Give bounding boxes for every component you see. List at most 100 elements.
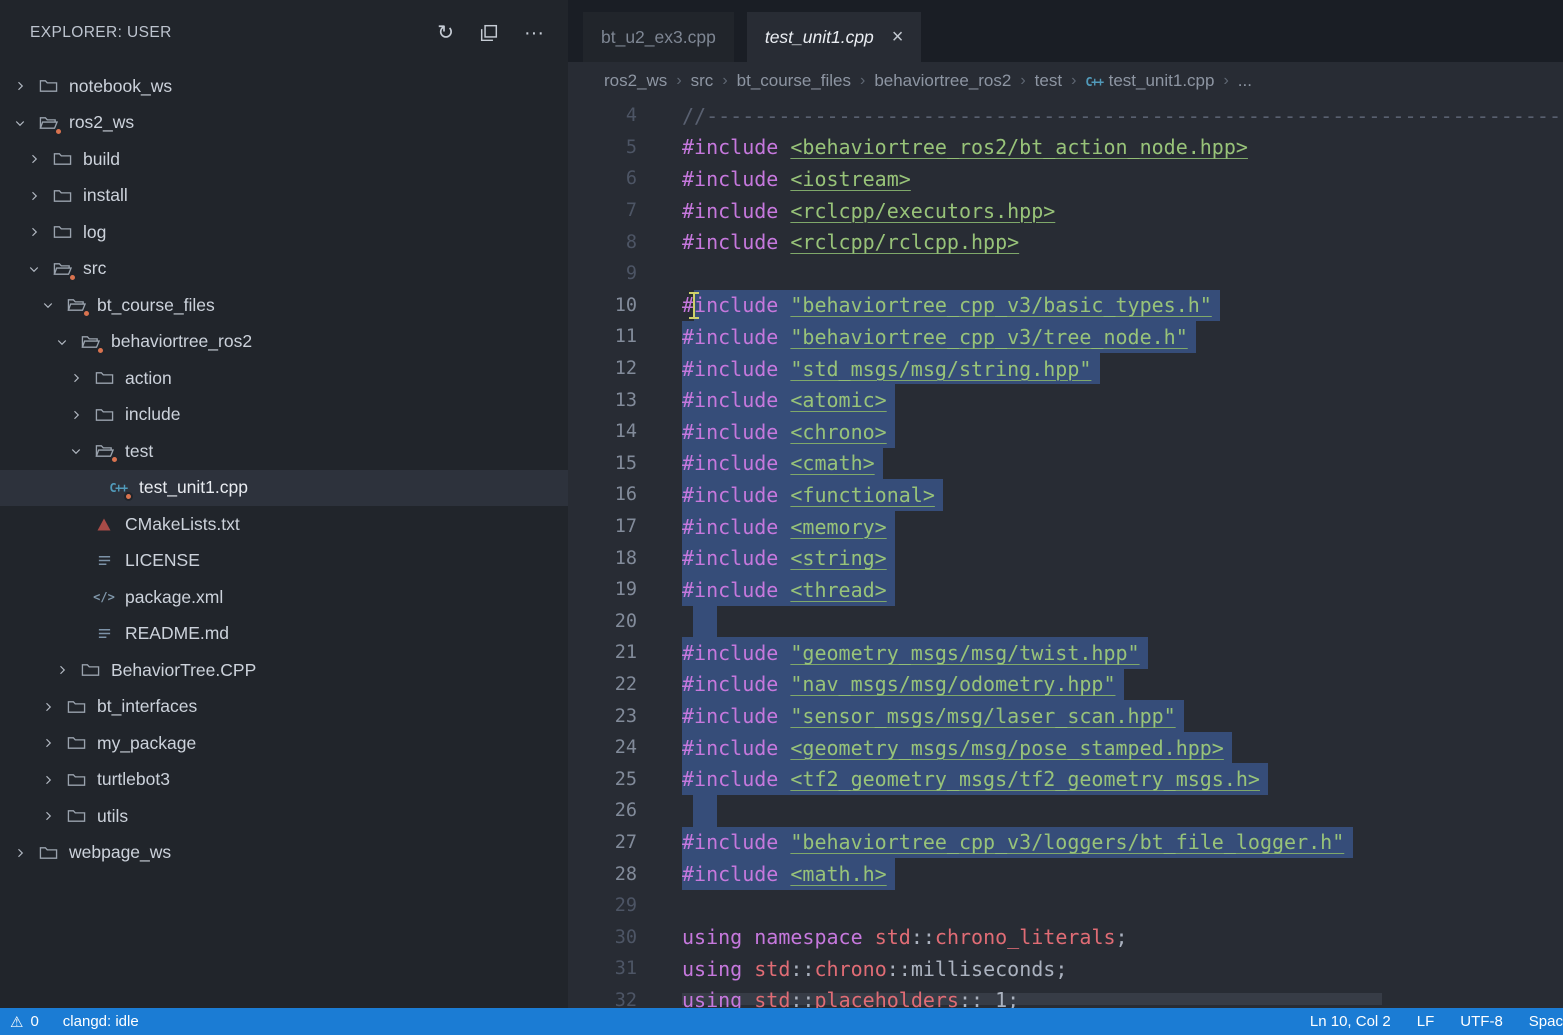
chevron-right-icon[interactable]: [56, 664, 78, 676]
tree-item-turtlebot3[interactable]: turtlebot3: [0, 762, 568, 799]
tree-item-ros2-ws[interactable]: ros2_ws: [0, 105, 568, 142]
line-number[interactable]: 12: [568, 358, 637, 379]
code-line-18[interactable]: 18#include <string>: [568, 542, 1563, 574]
line-number[interactable]: 13: [568, 390, 637, 411]
line-number[interactable]: 26: [568, 800, 637, 821]
tree-item-build[interactable]: build: [0, 141, 568, 178]
code-line-30[interactable]: 30using namespace std::chrono_literals;: [568, 921, 1563, 953]
chevron-down-icon[interactable]: [28, 263, 50, 275]
code-line-13[interactable]: 13#include <atomic>: [568, 384, 1563, 416]
code-line-8[interactable]: 8#include <rclcpp/rclcpp.hpp>: [568, 226, 1563, 258]
line-number[interactable]: 6: [568, 168, 637, 189]
tree-item-include[interactable]: include: [0, 397, 568, 434]
eol-indicator[interactable]: LF: [1417, 1013, 1435, 1030]
line-number[interactable]: 30: [568, 927, 637, 948]
chevron-right-icon[interactable]: [14, 847, 36, 859]
collapse-folders-icon[interactable]: [480, 24, 498, 42]
chevron-right-icon[interactable]: [28, 190, 50, 202]
tree-item-bt-course-files[interactable]: bt_course_files: [0, 287, 568, 324]
line-number[interactable]: 22: [568, 674, 637, 695]
code-line-16[interactable]: 16#include <functional>: [568, 479, 1563, 511]
tree-item-test-unit1-cpp[interactable]: C++test_unit1.cpp: [0, 470, 568, 507]
line-number[interactable]: 32: [568, 990, 637, 1008]
problems-indicator[interactable]: ⚠ 0: [10, 1013, 39, 1031]
chevron-down-icon[interactable]: [14, 117, 36, 129]
line-number[interactable]: 8: [568, 232, 637, 253]
line-number[interactable]: 4: [568, 105, 637, 126]
line-number[interactable]: 20: [568, 611, 637, 632]
chevron-right-icon[interactable]: [28, 153, 50, 165]
line-number[interactable]: 24: [568, 737, 637, 758]
tree-item-package-xml[interactable]: </>package.xml: [0, 579, 568, 616]
tree-item-cmakelists-txt[interactable]: CMakeLists.txt: [0, 506, 568, 543]
tree-item-utils[interactable]: utils: [0, 798, 568, 835]
code-line-11[interactable]: 11#include "behaviortree_cpp_v3/tree_nod…: [568, 321, 1563, 353]
line-number[interactable]: 27: [568, 832, 637, 853]
line-number[interactable]: 23: [568, 706, 637, 727]
code-line-14[interactable]: 14#include <chrono>: [568, 416, 1563, 448]
code-line-20[interactable]: 20: [568, 606, 1563, 638]
line-number[interactable]: 5: [568, 137, 637, 158]
breadcrumb-item-bt-course-files[interactable]: bt_course_files: [737, 71, 851, 91]
chevron-down-icon[interactable]: [70, 445, 92, 457]
code-line-23[interactable]: 23#include "sensor_msgs/msg/laser_scan.h…: [568, 700, 1563, 732]
code-line-6[interactable]: 6#include <iostream>: [568, 163, 1563, 195]
line-number[interactable]: 14: [568, 421, 637, 442]
code-line-9[interactable]: 9: [568, 258, 1563, 290]
encoding-indicator[interactable]: UTF-8: [1460, 1013, 1503, 1030]
tab-bt-u2-ex3-cpp[interactable]: bt_u2_ex3.cpp: [583, 12, 734, 62]
chevron-right-icon[interactable]: [42, 810, 64, 822]
tree-item-notebook-ws[interactable]: notebook_ws: [0, 68, 568, 105]
line-number[interactable]: 18: [568, 548, 637, 569]
explorer-title[interactable]: EXPLORER: USER: [30, 24, 437, 42]
tree-item-bt-interfaces[interactable]: bt_interfaces: [0, 689, 568, 726]
line-number[interactable]: 21: [568, 642, 637, 663]
code-line-12[interactable]: 12#include "std_msgs/msg/string.hpp": [568, 353, 1563, 385]
tree-item-install[interactable]: install: [0, 178, 568, 215]
line-number[interactable]: 25: [568, 769, 637, 790]
code-line-17[interactable]: 17#include <memory>: [568, 511, 1563, 543]
chevron-down-icon[interactable]: [56, 336, 78, 348]
line-number[interactable]: 29: [568, 895, 637, 916]
line-number[interactable]: 15: [568, 453, 637, 474]
line-number[interactable]: 17: [568, 516, 637, 537]
code-line-29[interactable]: 29: [568, 890, 1563, 922]
code-line-26[interactable]: 26: [568, 795, 1563, 827]
code-line-24[interactable]: 24#include <geometry_msgs/msg/pose_stamp…: [568, 732, 1563, 764]
line-number[interactable]: 19: [568, 579, 637, 600]
chevron-right-icon[interactable]: [70, 372, 92, 384]
chevron-right-icon[interactable]: [70, 409, 92, 421]
tree-item-my-package[interactable]: my_package: [0, 725, 568, 762]
close-icon[interactable]: ×: [892, 27, 904, 47]
code-line-25[interactable]: 25#include <tf2_geometry_msgs/tf2_geomet…: [568, 763, 1563, 795]
line-number[interactable]: 7: [568, 200, 637, 221]
line-number[interactable]: 16: [568, 484, 637, 505]
tree-item-license[interactable]: LICENSE: [0, 543, 568, 580]
breadcrumb-item-[interactable]: ...: [1238, 71, 1252, 91]
refresh-explorer-icon[interactable]: ↻: [437, 23, 454, 43]
code-line-5[interactable]: 5#include <behaviortree_ros2/bt_action_n…: [568, 132, 1563, 164]
chevron-down-icon[interactable]: [42, 299, 64, 311]
code-editor[interactable]: 4//-------------------------------------…: [568, 100, 1563, 1008]
chevron-right-icon[interactable]: [42, 737, 64, 749]
clangd-status[interactable]: clangd: idle: [63, 1013, 139, 1030]
breadcrumb-item-test[interactable]: test: [1035, 71, 1062, 91]
code-line-31[interactable]: 31using std::chrono::milliseconds;: [568, 953, 1563, 985]
tree-item-behaviortree-ros2[interactable]: behaviortree_ros2: [0, 324, 568, 361]
tree-item-log[interactable]: log: [0, 214, 568, 251]
line-number[interactable]: 31: [568, 958, 637, 979]
chevron-right-icon[interactable]: [42, 774, 64, 786]
cursor-position[interactable]: Ln 10, Col 2: [1310, 1013, 1391, 1030]
tree-item-test[interactable]: test: [0, 433, 568, 470]
code-line-22[interactable]: 22#include "nav_msgs/msg/odometry.hpp": [568, 669, 1563, 701]
line-number[interactable]: 10: [568, 295, 637, 316]
breadcrumb-item-ros2-ws[interactable]: ros2_ws: [604, 71, 667, 91]
tree-item-readme-md[interactable]: README.md: [0, 616, 568, 653]
chevron-right-icon[interactable]: [14, 80, 36, 92]
tree-item-behaviortree-cpp[interactable]: BehaviorTree.CPP: [0, 652, 568, 689]
code-line-10[interactable]: 10#include "behaviortree_cpp_v3/basic_ty…: [568, 290, 1563, 322]
code-line-19[interactable]: 19#include <thread>: [568, 574, 1563, 606]
more-actions-icon[interactable]: ···: [524, 23, 544, 43]
tab-test-unit1-cpp[interactable]: test_unit1.cpp×: [747, 12, 922, 62]
code-line-7[interactable]: 7#include <rclcpp/executors.hpp>: [568, 195, 1563, 227]
